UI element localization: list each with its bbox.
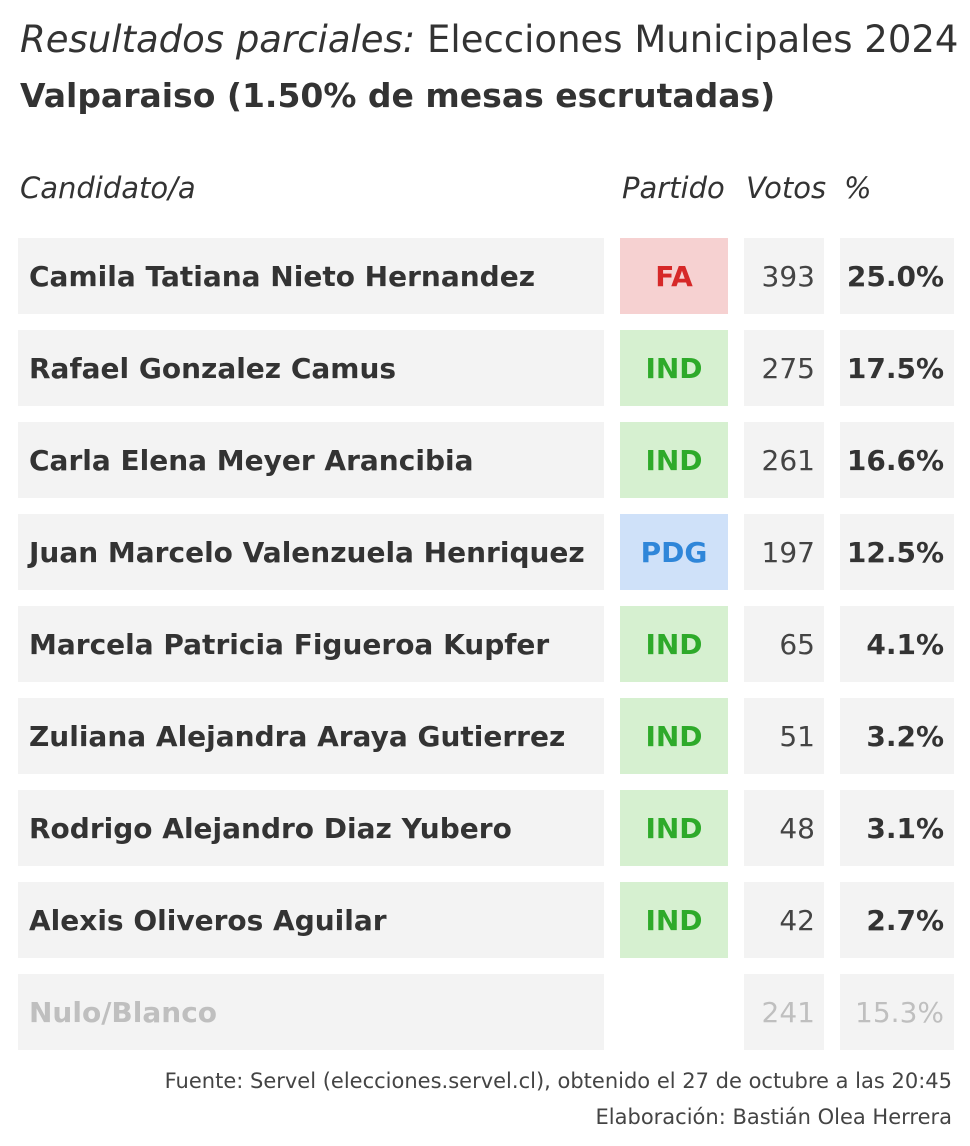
pct-value: 15.3% <box>840 974 954 1050</box>
chart-subtitle: Valparaiso (1.50% de mesas escrutadas) <box>20 70 775 122</box>
pct-value: 3.2% <box>840 698 954 774</box>
party-badge: PDG <box>620 514 728 590</box>
table-row: Zuliana Alejandra Araya Gutierrez IND 51 3.… <box>0 698 970 774</box>
source-note: Fuente: Servel (elecciones.servel.cl), o… <box>164 1069 952 1093</box>
pct-value: 3.1% <box>840 790 954 866</box>
credit-note: Elaboración: Bastián Olea Herrera <box>595 1105 952 1129</box>
votes-value: 197 <box>744 514 824 590</box>
candidate-name: Marcela Patricia Figueroa Kupfer <box>18 606 604 682</box>
candidate-name: Camila Tatiana Nieto Hernandez <box>18 238 604 314</box>
votes-value: 241 <box>744 974 824 1050</box>
pct-value: 4.1% <box>840 606 954 682</box>
column-header-party: Partido <box>622 171 725 205</box>
votes-value: 393 <box>744 238 824 314</box>
candidate-name: Rodrigo Alejandro Diaz Yubero <box>18 790 604 866</box>
party-badge: IND <box>620 698 728 774</box>
pct-value: 25.0% <box>840 238 954 314</box>
votes-value: 48 <box>744 790 824 866</box>
party-badge: IND <box>620 790 728 866</box>
table-row: Carla Elena Meyer Arancibia IND 261 16.6% <box>0 422 970 498</box>
votes-value: 261 <box>744 422 824 498</box>
party-badge <box>620 974 728 1050</box>
candidate-name: Alexis Oliveros Aguilar <box>18 882 604 958</box>
votes-value: 65 <box>744 606 824 682</box>
party-badge: IND <box>620 330 728 406</box>
candidate-name: Nulo/Blanco <box>18 974 604 1050</box>
candidate-name: Carla Elena Meyer Arancibia <box>18 422 604 498</box>
table-row: Rafael Gonzalez Camus IND 275 17.5% <box>0 330 970 406</box>
party-badge: IND <box>620 422 728 498</box>
column-header-pct: % <box>844 171 872 205</box>
pct-value: 2.7% <box>840 882 954 958</box>
table-row: Nulo/Blanco 241 15.3% <box>0 974 970 1050</box>
votes-value: 51 <box>744 698 824 774</box>
candidate-name: Juan Marcelo Valenzuela Henriquez <box>18 514 604 590</box>
progress-text: (1.50% de mesas escrutadas) <box>215 76 776 115</box>
column-header-candidate: Candidato/a <box>20 171 196 205</box>
candidate-name: Rafael Gonzalez Camus <box>18 330 604 406</box>
column-header-votes: Votos <box>746 171 827 205</box>
party-badge: IND <box>620 882 728 958</box>
party-badge: FA <box>620 238 728 314</box>
pct-value: 17.5% <box>840 330 954 406</box>
table-row: Marcela Patricia Figueroa Kupfer IND 65 4.1… <box>0 606 970 682</box>
candidate-name: Zuliana Alejandra Araya Gutierrez <box>18 698 604 774</box>
table-row: Juan Marcelo Valenzuela Henriquez PDG 197 1… <box>0 514 970 590</box>
chart-title: Resultados parciales: Elecciones Municip… <box>20 14 958 66</box>
table-row: Camila Tatiana Nieto Hernandez FA 393 25.0% <box>0 238 970 314</box>
party-badge: IND <box>620 606 728 682</box>
votes-value: 42 <box>744 882 824 958</box>
pct-value: 12.5% <box>840 514 954 590</box>
title-italic: Resultados parciales: <box>20 18 416 61</box>
votes-value: 275 <box>744 330 824 406</box>
table-row: Rodrigo Alejandro Diaz Yubero IND 48 3.1% <box>0 790 970 866</box>
commune-name: Valparaiso <box>20 76 216 115</box>
table-row: Alexis Oliveros Aguilar IND 42 2.7% <box>0 882 970 958</box>
pct-value: 16.6% <box>840 422 954 498</box>
title-rest: Elecciones Municipales 2024 <box>415 18 959 61</box>
